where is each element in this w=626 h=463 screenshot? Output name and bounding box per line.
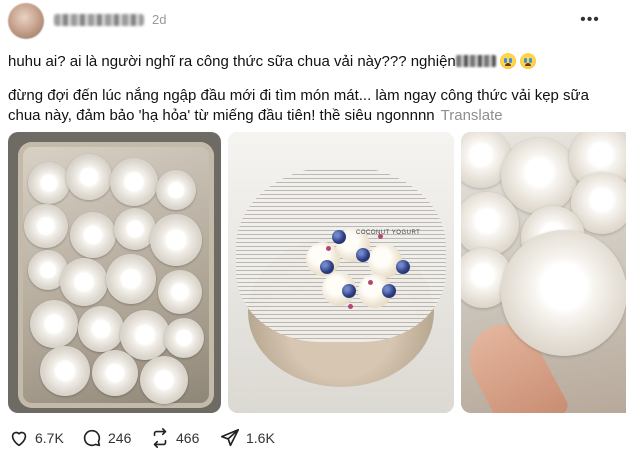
lychee: [24, 204, 68, 248]
crying-emoji-icon: [519, 53, 536, 69]
post-header: 2d •••: [0, 0, 626, 44]
post-timestamp: 2d: [152, 12, 167, 27]
media-carousel[interactable]: COCONUT YOGURT: [8, 132, 626, 413]
lychee: [78, 306, 124, 352]
lychee: [164, 318, 204, 358]
lychee: [120, 310, 170, 360]
like-button[interactable]: 6.7K: [8, 426, 64, 450]
photo-yogurt-bowl[interactable]: COCONUT YOGURT: [228, 132, 454, 413]
share-count: 1.6K: [246, 430, 275, 446]
repost-count: 466: [176, 430, 200, 446]
redacted-text: [455, 55, 496, 67]
blueberry: [356, 248, 370, 262]
lychee: [60, 258, 108, 306]
lychee: [70, 212, 116, 258]
lychee: [140, 356, 188, 404]
share-icon: [220, 428, 240, 447]
blueberry: [332, 230, 346, 244]
repost-button[interactable]: 466: [149, 426, 199, 450]
username-redacted[interactable]: [54, 14, 144, 26]
action-bar: 6.7K 246 466 1.6K: [8, 426, 308, 450]
blueberry: [320, 260, 334, 274]
blueberry: [382, 284, 396, 298]
lychee: [150, 214, 202, 266]
more-icon[interactable]: •••: [578, 10, 602, 30]
post-text-line1: huhu ai? ai là người nghĩ ra công thức s…: [8, 52, 618, 72]
avatar[interactable]: [8, 3, 44, 39]
lychee: [40, 346, 90, 396]
lychee: [30, 300, 78, 348]
post-text-line2: đừng đợi đến lúc nắng ngập đầu mới đi tì…: [8, 86, 618, 126]
photo-lychee-tray[interactable]: [8, 132, 221, 413]
photo-lychee-closeup[interactable]: [461, 132, 626, 413]
lychee: [106, 254, 156, 304]
lychee: [501, 138, 577, 214]
lychee: [66, 154, 112, 200]
cup-label: COCONUT YOGURT: [356, 230, 421, 236]
blueberry: [342, 284, 356, 298]
lychee: [158, 270, 202, 314]
comment-button[interactable]: 246: [81, 426, 131, 450]
like-count: 6.7K: [35, 430, 64, 446]
comment-count: 246: [108, 430, 132, 446]
heart-icon: [11, 431, 27, 447]
lychee-ball: [368, 244, 402, 278]
lychee-held: [501, 230, 626, 356]
post-text-main: huhu ai? ai là người nghĩ ra công thức s…: [8, 53, 456, 70]
share-button[interactable]: 1.6K: [219, 426, 275, 450]
blueberry: [396, 260, 410, 274]
lychee: [110, 158, 158, 206]
lychee: [28, 162, 70, 204]
lychee: [92, 350, 138, 396]
lychee: [156, 170, 196, 210]
repost-icon: [153, 428, 167, 448]
crying-emoji-icon: [499, 53, 516, 69]
comment-icon: [83, 429, 101, 447]
translate-link[interactable]: Translate: [441, 107, 503, 124]
